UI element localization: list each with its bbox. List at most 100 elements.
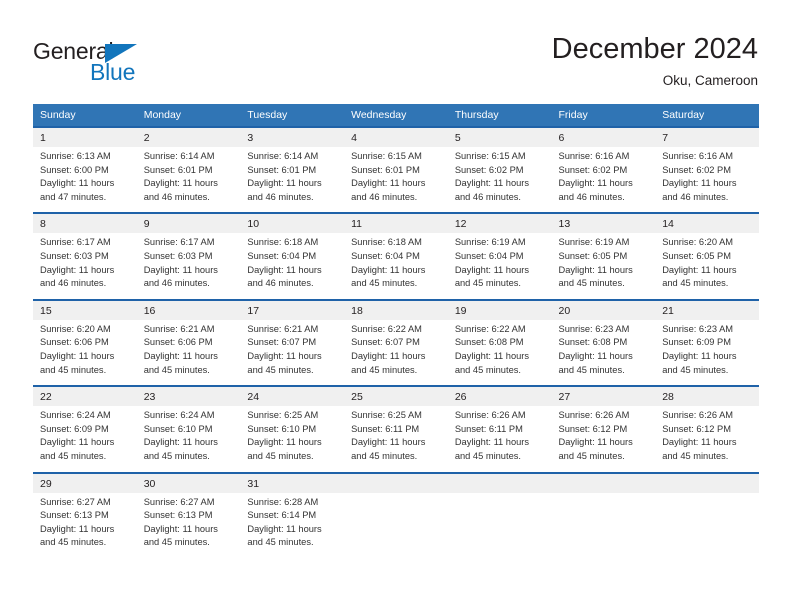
day-cell[interactable]: Sunrise: 6:20 AM Sunset: 6:06 PM Daylight:… [33, 319, 137, 386]
day-sunrise: Sunrise: 6:22 AM [454, 323, 526, 334]
day-cell[interactable]: Sunrise: 6:27 AM Sunset: 6:13 PM Daylight:… [33, 492, 137, 558]
day-cell[interactable]: Sunrise: 6:19 AM Sunset: 6:04 PM Daylight:… [447, 233, 552, 299]
day-daylight-line1: Daylight: 11 hours [351, 264, 426, 275]
day-number[interactable]: 29 [33, 473, 137, 493]
day-cell[interactable]: Sunrise: 6:17 AM Sunset: 6:03 PM Daylight:… [33, 233, 137, 299]
day-number[interactable]: 7 [655, 128, 759, 147]
week-daynumber-row: 15 16 17 18 19 20 21 [33, 300, 759, 320]
day-cell[interactable]: Sunrise: 6:19 AM Sunset: 6:05 PM Daylight:… [551, 233, 656, 299]
day-number[interactable]: 4 [344, 128, 448, 147]
day-cell[interactable]: Sunrise: 6:20 AM Sunset: 6:05 PM Daylight:… [655, 233, 759, 299]
day-sunset: Sunset: 6:12 PM [558, 423, 628, 434]
day-number[interactable]: 27 [551, 387, 656, 407]
day-number[interactable]: 3 [240, 128, 345, 147]
day-cell[interactable]: Sunrise: 6:14 AM Sunset: 6:01 PM Daylight:… [240, 147, 345, 213]
weekday-header-wednesday: Wednesday [344, 104, 448, 126]
day-number[interactable]: 25 [344, 387, 448, 407]
day-daylight-line2: and 45 minutes. [662, 278, 729, 289]
day-sunrise: Sunrise: 6:18 AM [351, 237, 422, 248]
day-number[interactable]: 6 [551, 128, 656, 147]
day-cell[interactable]: Sunrise: 6:22 AM Sunset: 6:07 PM Daylight:… [344, 319, 448, 386]
day-cell[interactable]: Sunrise: 6:25 AM Sunset: 6:11 PM Daylight:… [344, 406, 448, 472]
day-daylight-line2: and 45 minutes. [143, 450, 210, 461]
day-cell[interactable]: Sunrise: 6:18 AM Sunset: 6:04 PM Daylight:… [240, 233, 345, 299]
day-cell[interactable]: Sunrise: 6:15 AM Sunset: 6:02 PM Daylight:… [447, 147, 552, 213]
day-number-empty [551, 473, 656, 493]
day-number[interactable]: 5 [447, 128, 552, 147]
week-detail-row: Sunrise: 6:20 AM Sunset: 6:06 PM Daylight:… [33, 319, 759, 386]
day-daylight-line1: Daylight: 11 hours [351, 350, 426, 361]
day-sunset: Sunset: 6:09 PM [662, 337, 731, 348]
day-number[interactable]: 12 [447, 214, 552, 234]
day-number[interactable]: 9 [136, 214, 241, 234]
day-number[interactable]: 28 [655, 387, 759, 407]
day-cell[interactable]: Sunrise: 6:21 AM Sunset: 6:07 PM Daylight:… [240, 319, 345, 386]
day-cell[interactable]: Sunrise: 6:16 AM Sunset: 6:02 PM Daylight:… [551, 147, 656, 213]
day-cell[interactable]: Sunrise: 6:17 AM Sunset: 6:03 PM Daylight:… [136, 233, 241, 299]
day-cell[interactable]: Sunrise: 6:25 AM Sunset: 6:10 PM Daylight:… [240, 406, 345, 472]
day-daylight-line2: and 45 minutes. [143, 537, 210, 548]
day-daylight-line1: Daylight: 11 hours [40, 523, 115, 534]
day-cell[interactable]: Sunrise: 6:26 AM Sunset: 6:12 PM Daylight:… [551, 406, 656, 472]
day-number[interactable]: 15 [33, 300, 137, 320]
day-daylight-line2: and 46 minutes. [662, 191, 729, 202]
day-number[interactable]: 16 [136, 300, 241, 320]
day-cell[interactable]: Sunrise: 6:26 AM Sunset: 6:12 PM Daylight:… [655, 406, 759, 472]
day-cell[interactable]: Sunrise: 6:26 AM Sunset: 6:11 PM Daylight:… [447, 406, 552, 472]
day-sunrise: Sunrise: 6:21 AM [143, 323, 215, 334]
day-cell[interactable]: Sunrise: 6:23 AM Sunset: 6:09 PM Daylight:… [655, 319, 759, 386]
day-number[interactable]: 26 [447, 387, 552, 407]
day-number[interactable]: 13 [551, 214, 656, 234]
day-sunset: Sunset: 6:05 PM [662, 250, 731, 261]
general-blue-logo[interactable]: General Blue [33, 38, 233, 86]
day-sunrise: Sunrise: 6:20 AM [662, 237, 734, 248]
day-sunrise: Sunrise: 6:14 AM [247, 151, 319, 161]
day-sunset: Sunset: 6:07 PM [351, 337, 420, 348]
day-number[interactable]: 2 [136, 128, 241, 147]
day-number[interactable]: 14 [655, 214, 759, 234]
day-number[interactable]: 22 [33, 387, 137, 407]
day-cell[interactable]: Sunrise: 6:22 AM Sunset: 6:08 PM Daylight:… [447, 319, 552, 386]
day-number[interactable]: 31 [240, 473, 345, 493]
day-cell[interactable]: Sunrise: 6:16 AM Sunset: 6:02 PM Daylight:… [655, 147, 759, 213]
day-daylight-line2: and 47 minutes. [40, 191, 107, 202]
day-daylight-line1: Daylight: 11 hours [247, 437, 322, 448]
day-cell[interactable]: Sunrise: 6:24 AM Sunset: 6:10 PM Daylight:… [136, 406, 241, 472]
week-detail-row: Sunrise: 6:13 AM Sunset: 6:00 PM Daylight:… [33, 147, 759, 213]
day-number[interactable]: 17 [240, 300, 345, 320]
weekday-header-thursday: Thursday [447, 104, 552, 126]
day-cell[interactable]: Sunrise: 6:14 AM Sunset: 6:01 PM Daylight:… [136, 147, 241, 213]
day-number[interactable]: 18 [344, 300, 448, 320]
day-number[interactable]: 20 [551, 300, 656, 320]
title-block: December 2024 Oku, Cameroon [552, 32, 758, 90]
day-cell[interactable]: Sunrise: 6:24 AM Sunset: 6:09 PM Daylight:… [33, 406, 137, 472]
day-daylight-line1: Daylight: 11 hours [351, 178, 426, 189]
week-daynumber-row: 22 23 24 25 26 27 28 [33, 387, 759, 407]
day-daylight-line2: and 45 minutes. [558, 364, 625, 375]
calendar-body: 1 2 3 4 5 6 7 Sunrise: 6:13 AM Sunset: 6:00 PM Da… [33, 126, 759, 558]
day-number[interactable]: 8 [33, 214, 137, 234]
week-detail-row: Sunrise: 6:17 AM Sunset: 6:03 PM Daylight:… [33, 233, 759, 299]
day-number[interactable]: 19 [447, 300, 552, 320]
day-sunset: Sunset: 6:08 PM [558, 337, 628, 348]
day-number[interactable]: 21 [655, 300, 759, 320]
logo-text-blue: Blue [90, 59, 136, 85]
day-cell[interactable]: Sunrise: 6:23 AM Sunset: 6:08 PM Daylight:… [551, 319, 656, 386]
day-daylight-line1: Daylight: 11 hours [351, 437, 426, 448]
day-cell[interactable]: Sunrise: 6:13 AM Sunset: 6:00 PM Daylight:… [33, 147, 137, 213]
day-number[interactable]: 23 [136, 387, 241, 407]
day-cell[interactable]: Sunrise: 6:28 AM Sunset: 6:14 PM Daylight:… [240, 492, 345, 558]
day-cell[interactable]: Sunrise: 6:18 AM Sunset: 6:04 PM Daylight:… [344, 233, 448, 299]
day-number[interactable]: 30 [136, 473, 241, 493]
day-number[interactable]: 11 [344, 214, 448, 234]
day-sunrise: Sunrise: 6:17 AM [40, 237, 111, 248]
day-daylight-line1: Daylight: 11 hours [662, 264, 737, 275]
day-cell[interactable]: Sunrise: 6:21 AM Sunset: 6:06 PM Daylight:… [136, 319, 241, 386]
day-number[interactable]: 24 [240, 387, 345, 407]
week-daynumber-row: 1234567 [33, 128, 759, 147]
day-cell[interactable]: Sunrise: 6:15 AM Sunset: 6:01 PM Daylight:… [344, 147, 448, 213]
day-number[interactable]: 1 [33, 128, 137, 147]
day-sunrise: Sunrise: 6:14 AM [143, 151, 215, 161]
day-number[interactable]: 10 [240, 214, 345, 234]
day-cell[interactable]: Sunrise: 6:27 AM Sunset: 6:13 PM Daylight:… [136, 492, 241, 558]
